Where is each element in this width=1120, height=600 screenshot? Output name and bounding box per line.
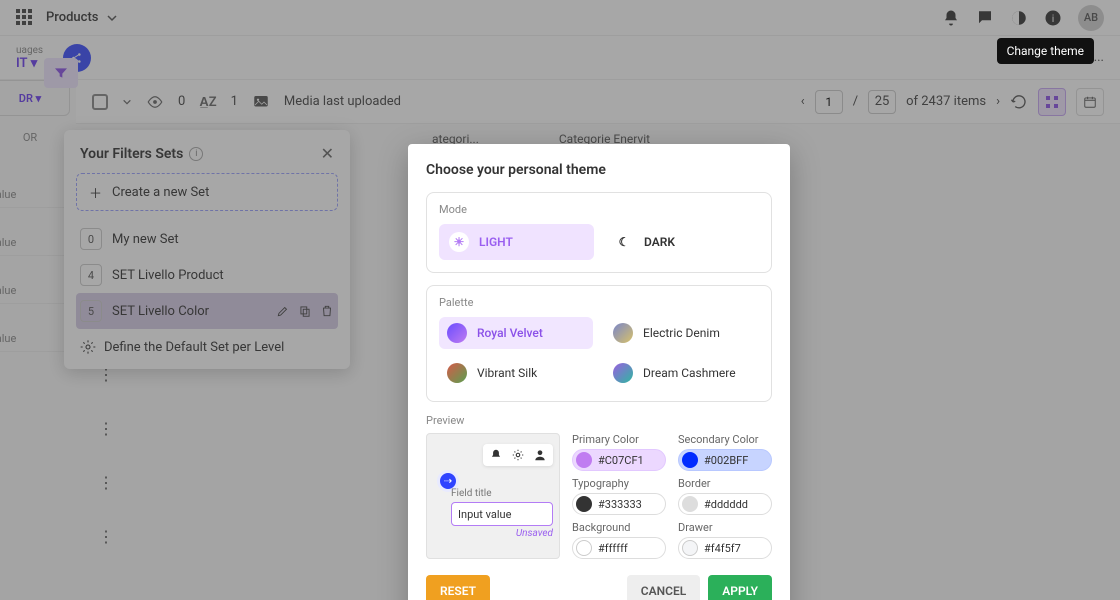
preview-label: Preview — [426, 414, 772, 427]
color-label: Background — [572, 521, 666, 534]
primary-color-pill[interactable]: #C07CF1 — [572, 449, 666, 471]
palette-vibrant-silk[interactable]: Vibrant Silk — [439, 357, 593, 389]
mode-label: Mode — [439, 203, 759, 216]
typography-color-pill[interactable]: #333333 — [572, 493, 666, 515]
palette-panel: Palette Royal Velvet Electric Denim Vibr… — [426, 285, 772, 402]
color-label: Typography — [572, 477, 666, 490]
modal-title: Choose your personal theme — [426, 162, 772, 178]
background-color-pill[interactable]: #ffffff — [572, 537, 666, 559]
swatch-icon — [613, 323, 633, 343]
secondary-color-pill[interactable]: #002BFF — [678, 449, 772, 471]
unsaved-label: Unsaved — [451, 528, 553, 539]
theme-modal: Choose your personal theme Mode ☀ LIGHT … — [408, 144, 790, 600]
border-color-pill[interactable]: #dddddd — [678, 493, 772, 515]
theme-preview: ⇢ Field title Input value Unsaved — [426, 433, 560, 559]
user-icon — [533, 448, 547, 462]
theme-tooltip: Change theme — [997, 38, 1094, 64]
reset-button[interactable]: RESET — [426, 575, 490, 600]
palette-label: Palette — [439, 296, 759, 309]
color-label: Primary Color — [572, 433, 666, 446]
drawer-color-pill[interactable]: #f4f5f7 — [678, 537, 772, 559]
gear-icon — [511, 448, 525, 462]
bell-icon — [489, 448, 503, 462]
palette-dream-cashmere[interactable]: Dream Cashmere — [605, 357, 759, 389]
cancel-button[interactable]: CANCEL — [627, 575, 700, 600]
preview-input: Input value — [451, 502, 553, 526]
swatch-icon — [447, 323, 467, 343]
swatch-icon — [613, 363, 633, 383]
moon-icon: ☾ — [614, 232, 634, 252]
mode-panel: Mode ☀ LIGHT ☾ DARK — [426, 192, 772, 273]
palette-electric-denim[interactable]: Electric Denim — [605, 317, 759, 349]
mode-dark[interactable]: ☾ DARK — [604, 224, 759, 260]
mode-light[interactable]: ☀ LIGHT — [439, 224, 594, 260]
palette-royal-velvet[interactable]: Royal Velvet — [439, 317, 593, 349]
color-label: Border — [678, 477, 772, 490]
sun-icon: ☀ — [449, 232, 469, 252]
swatch-icon — [447, 363, 467, 383]
preview-field-title: Field title — [451, 488, 553, 499]
color-label: Secondary Color — [678, 433, 772, 446]
color-label: Drawer — [678, 521, 772, 534]
apply-button[interactable]: APPLY — [708, 575, 772, 600]
